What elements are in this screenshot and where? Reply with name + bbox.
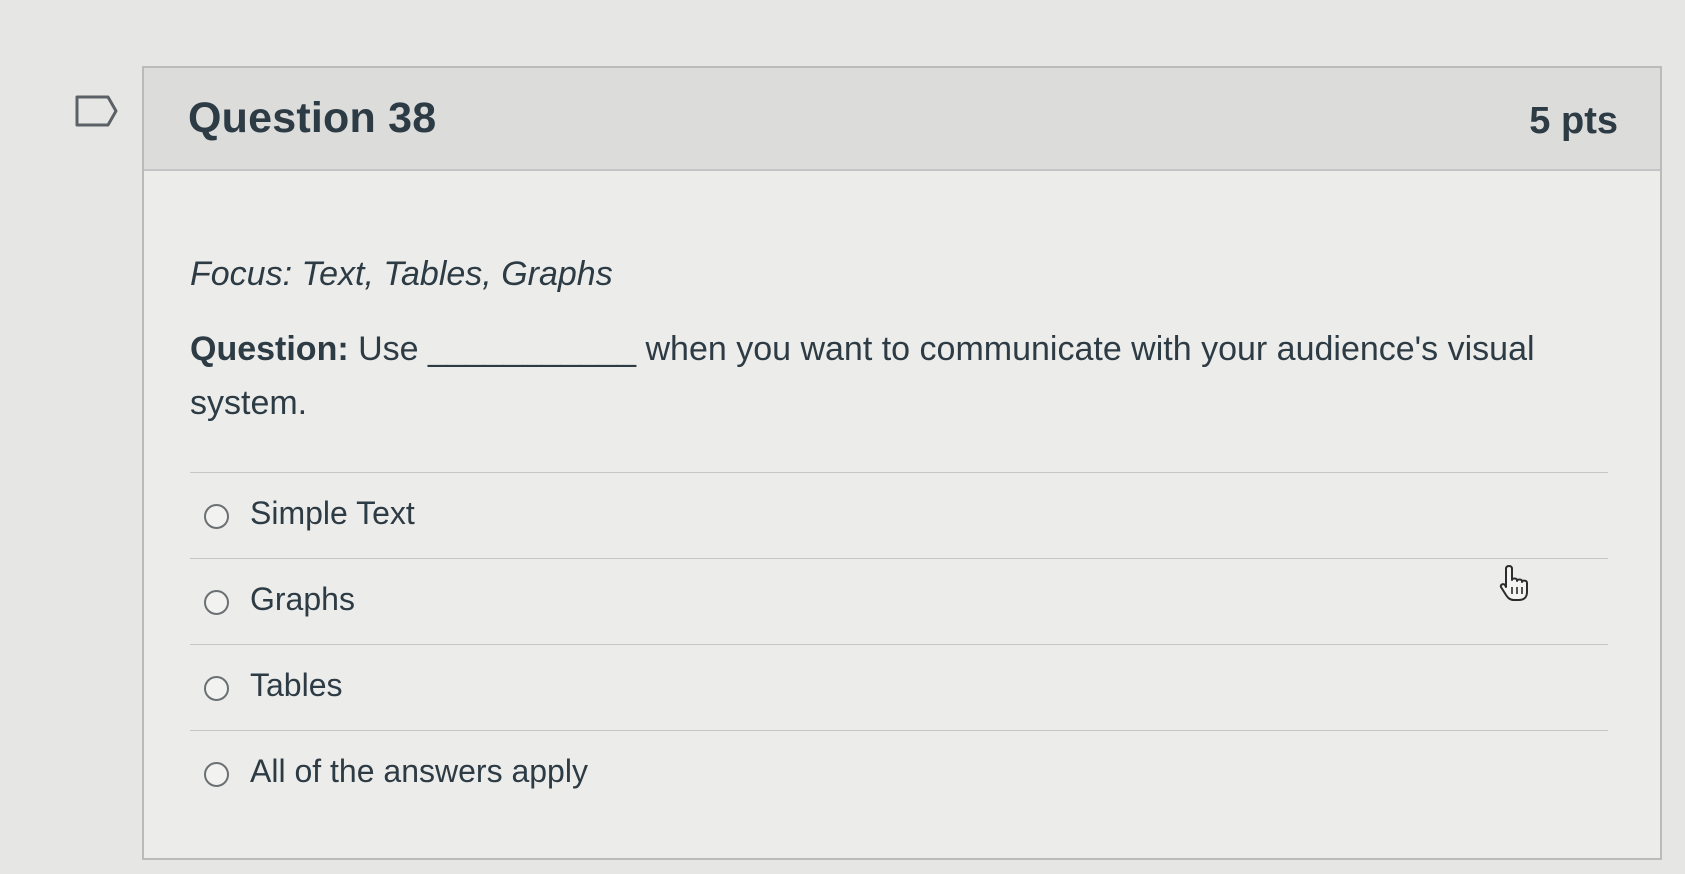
answer-label: Simple Text <box>250 495 415 531</box>
flag-question-icon[interactable] <box>74 94 120 128</box>
radio-button[interactable] <box>204 676 229 701</box>
radio-button[interactable] <box>204 590 229 615</box>
answer-option-simple-text[interactable]: Simple Text <box>190 472 1608 558</box>
answer-label: All of the answers apply <box>250 753 588 789</box>
question-body: Focus: Text, Tables, Graphs Question: Us… <box>144 171 1660 858</box>
question-card: Question 38 5 pts Focus: Text, Tables, G… <box>142 66 1662 860</box>
radio-button[interactable] <box>204 762 229 787</box>
answer-list: Simple Text Graphs Tables All of the ans… <box>190 472 1608 816</box>
question-title: Question 38 <box>188 94 437 142</box>
answer-label: Tables <box>250 667 343 703</box>
hand-pointer-icon <box>1497 563 1533 603</box>
answer-label: Graphs <box>250 581 355 617</box>
question-focus: Focus: Text, Tables, Graphs <box>190 255 613 293</box>
question-prompt: Question: Use ___________ when you want … <box>190 322 1610 430</box>
answer-option-tables[interactable]: Tables <box>190 644 1608 730</box>
question-prompt-label: Question: <box>190 330 349 368</box>
question-prompt-text: Use ___________ when you want to communi… <box>190 330 1535 422</box>
answer-option-all-apply[interactable]: All of the answers apply <box>190 730 1608 816</box>
question-points: 5 pts <box>1529 100 1618 142</box>
answer-option-graphs[interactable]: Graphs <box>190 558 1608 644</box>
question-header: Question 38 5 pts <box>144 68 1660 171</box>
radio-button[interactable] <box>204 504 229 529</box>
